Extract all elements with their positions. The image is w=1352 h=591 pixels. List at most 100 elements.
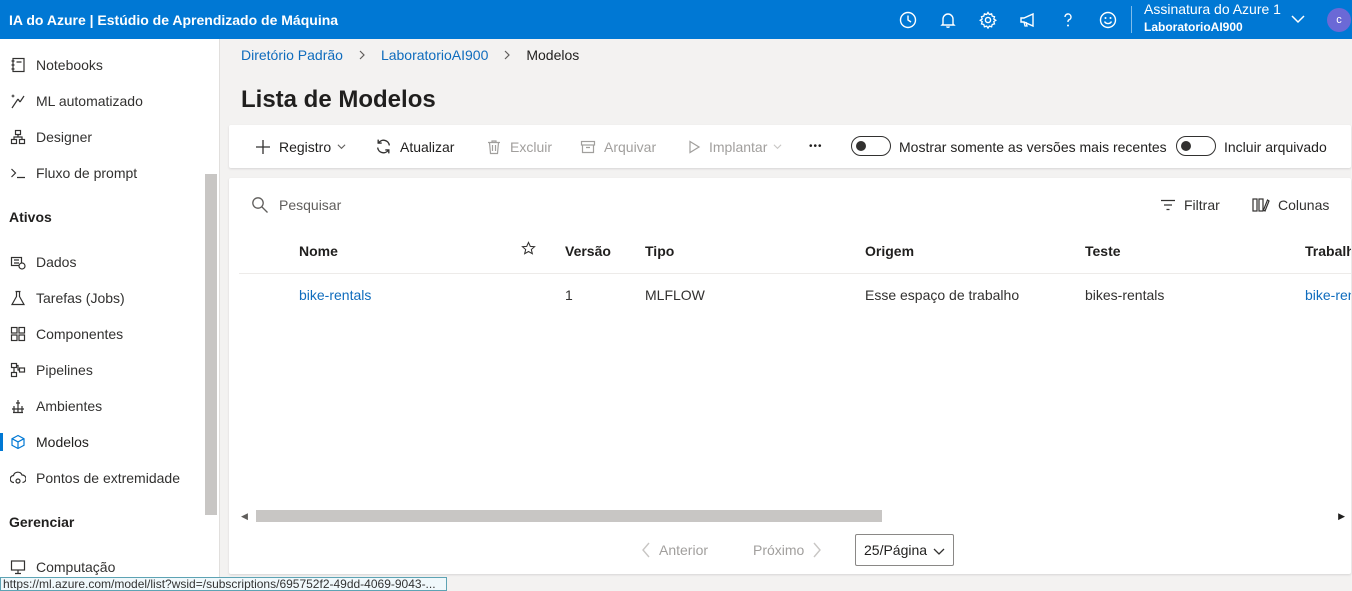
pipelines-icon bbox=[9, 361, 27, 379]
search-placeholder: Pesquisar bbox=[279, 197, 342, 213]
clock-icon[interactable] bbox=[888, 0, 928, 39]
column-header-name[interactable]: Nome bbox=[299, 243, 338, 259]
environments-icon bbox=[9, 397, 27, 415]
account-switcher[interactable]: Assinatura do Azure 1 LaboratorioAI900 bbox=[1144, 1, 1281, 35]
model-job-link[interactable]: bike-ren bbox=[1305, 287, 1351, 303]
refresh-button[interactable]: Atualizar bbox=[375, 125, 454, 168]
breadcrumb-workspace[interactable]: LaboratorioAI900 bbox=[381, 47, 488, 63]
column-header-experiment[interactable]: Teste bbox=[1085, 243, 1121, 259]
scrollbar-thumb[interactable] bbox=[256, 510, 882, 522]
model-experiment: bikes-rentals bbox=[1085, 287, 1165, 303]
sidebar-item-label: Modelos bbox=[36, 434, 89, 450]
sidebar-item-data[interactable]: Dados bbox=[0, 246, 205, 278]
sidebar-item-models[interactable]: Modelos bbox=[0, 426, 205, 458]
archive-label: Arquivar bbox=[604, 138, 657, 155]
automl-icon bbox=[9, 92, 27, 110]
archive-button[interactable]: Arquivar bbox=[580, 125, 656, 168]
search-input[interactable]: Pesquisar bbox=[251, 196, 341, 214]
designer-icon bbox=[9, 128, 27, 146]
refresh-icon bbox=[375, 138, 392, 155]
sidebar: Notebooks ML automatizado Designer Fluxo… bbox=[0, 39, 220, 591]
filter-label: Filtrar bbox=[1184, 197, 1220, 213]
more-options-button[interactable]: ••• bbox=[809, 125, 823, 168]
gear-icon[interactable] bbox=[968, 0, 1008, 39]
columns-label: Colunas bbox=[1278, 197, 1330, 213]
sidebar-item-automl[interactable]: ML automatizado bbox=[0, 85, 205, 117]
sidebar-item-label: Ambientes bbox=[36, 398, 103, 414]
sidebar-item-label: ML automatizado bbox=[36, 93, 143, 109]
section-manage: Gerenciar bbox=[9, 514, 75, 530]
chevron-down-icon bbox=[773, 142, 782, 151]
compute-icon bbox=[9, 558, 27, 576]
scroll-left-icon[interactable]: ◀ bbox=[241, 511, 248, 522]
column-header-type[interactable]: Tipo bbox=[645, 243, 674, 259]
deploy-button[interactable]: Implantar bbox=[687, 125, 782, 168]
model-type: MLFLOW bbox=[645, 287, 705, 303]
header-icons bbox=[888, 0, 1128, 39]
toggle-knob bbox=[856, 141, 866, 151]
cube-icon bbox=[9, 433, 27, 451]
sidebar-item-label: Computação bbox=[36, 559, 116, 575]
latest-versions-toggle[interactable] bbox=[851, 136, 891, 156]
model-name-link[interactable]: bike-rentals bbox=[299, 287, 371, 303]
previous-label: Anterior bbox=[659, 542, 709, 558]
megaphone-icon[interactable] bbox=[1008, 0, 1048, 39]
bell-icon[interactable] bbox=[928, 0, 968, 39]
breadcrumb-directory[interactable]: Diretório Padrão bbox=[241, 47, 343, 63]
smiley-icon[interactable] bbox=[1088, 0, 1128, 39]
archive-icon bbox=[580, 139, 596, 155]
header-divider bbox=[1131, 6, 1132, 33]
sidebar-item-pipelines[interactable]: Pipelines bbox=[0, 354, 205, 386]
help-icon[interactable] bbox=[1048, 0, 1088, 39]
refresh-label: Atualizar bbox=[400, 138, 455, 155]
sidebar-item-environments[interactable]: Ambientes bbox=[0, 390, 205, 422]
column-header-version[interactable]: Versão bbox=[565, 243, 611, 259]
columns-button[interactable]: Colunas bbox=[1252, 197, 1329, 213]
sidebar-item-label: Pontos de extremidade bbox=[36, 470, 180, 486]
scroll-right-icon[interactable]: ▶ bbox=[1338, 511, 1345, 522]
sidebar-scrollbar[interactable] bbox=[205, 174, 217, 515]
sidebar-item-notebooks[interactable]: Notebooks bbox=[0, 49, 205, 81]
sidebar-item-label: Componentes bbox=[36, 326, 124, 342]
endpoint-icon bbox=[9, 469, 27, 487]
column-header-origin[interactable]: Origem bbox=[865, 243, 914, 259]
sidebar-item-label: Tarefas (Jobs) bbox=[36, 290, 125, 306]
horizontal-scrollbar[interactable]: ◀ ▶ bbox=[241, 510, 1345, 522]
model-origin: Esse espaço de trabalho bbox=[865, 287, 1020, 303]
sidebar-item-components[interactable]: Componentes bbox=[0, 318, 205, 350]
register-button[interactable]: Registro bbox=[255, 125, 346, 168]
include-archived-toggle[interactable] bbox=[1176, 136, 1216, 156]
sidebar-item-jobs[interactable]: Tarefas (Jobs) bbox=[0, 282, 205, 314]
delete-label: Excluir bbox=[510, 138, 553, 155]
register-label: Registro bbox=[279, 138, 332, 155]
play-icon bbox=[687, 139, 701, 154]
chevron-right-icon bbox=[812, 542, 822, 558]
deploy-label: Implantar bbox=[709, 138, 768, 155]
chevron-right-icon bbox=[357, 50, 367, 60]
app-title[interactable]: IA do Azure | Estúdio de Aprendizado de … bbox=[0, 12, 338, 28]
model-version: 1 bbox=[565, 287, 573, 303]
flask-icon bbox=[9, 289, 27, 307]
chevron-left-icon bbox=[641, 542, 651, 558]
columns-icon bbox=[1252, 197, 1270, 213]
top-bar: IA do Azure | Estúdio de Aprendizado de … bbox=[0, 0, 1352, 39]
page-size-select[interactable]: 25/Página bbox=[855, 534, 954, 566]
delete-button[interactable]: Excluir bbox=[486, 125, 552, 168]
sidebar-item-label: Notebooks bbox=[36, 57, 103, 73]
sidebar-item-prompt-flow[interactable]: Fluxo de prompt bbox=[0, 157, 205, 189]
sidebar-item-designer[interactable]: Designer bbox=[0, 121, 205, 153]
favorite-header-icon[interactable] bbox=[521, 241, 536, 259]
page-size-value: 25/Página bbox=[864, 542, 928, 558]
workspace-name: LaboratorioAI900 bbox=[1144, 20, 1243, 34]
column-header-job[interactable]: Trabalh bbox=[1305, 243, 1351, 259]
previous-page-button[interactable]: Anterior bbox=[641, 534, 708, 566]
sidebar-item-endpoints[interactable]: Pontos de extremidade bbox=[0, 462, 205, 494]
avatar[interactable]: c bbox=[1327, 8, 1351, 32]
header-divider bbox=[239, 273, 1351, 274]
section-assets: Ativos bbox=[9, 209, 52, 225]
sidebar-item-label: Designer bbox=[36, 129, 93, 145]
latest-versions-label: Mostrar somente as versões mais recentes bbox=[899, 138, 1167, 155]
filter-button[interactable]: Filtrar bbox=[1160, 197, 1220, 213]
chevron-down-icon[interactable] bbox=[1290, 11, 1306, 30]
next-page-button[interactable]: Próximo bbox=[753, 534, 822, 566]
